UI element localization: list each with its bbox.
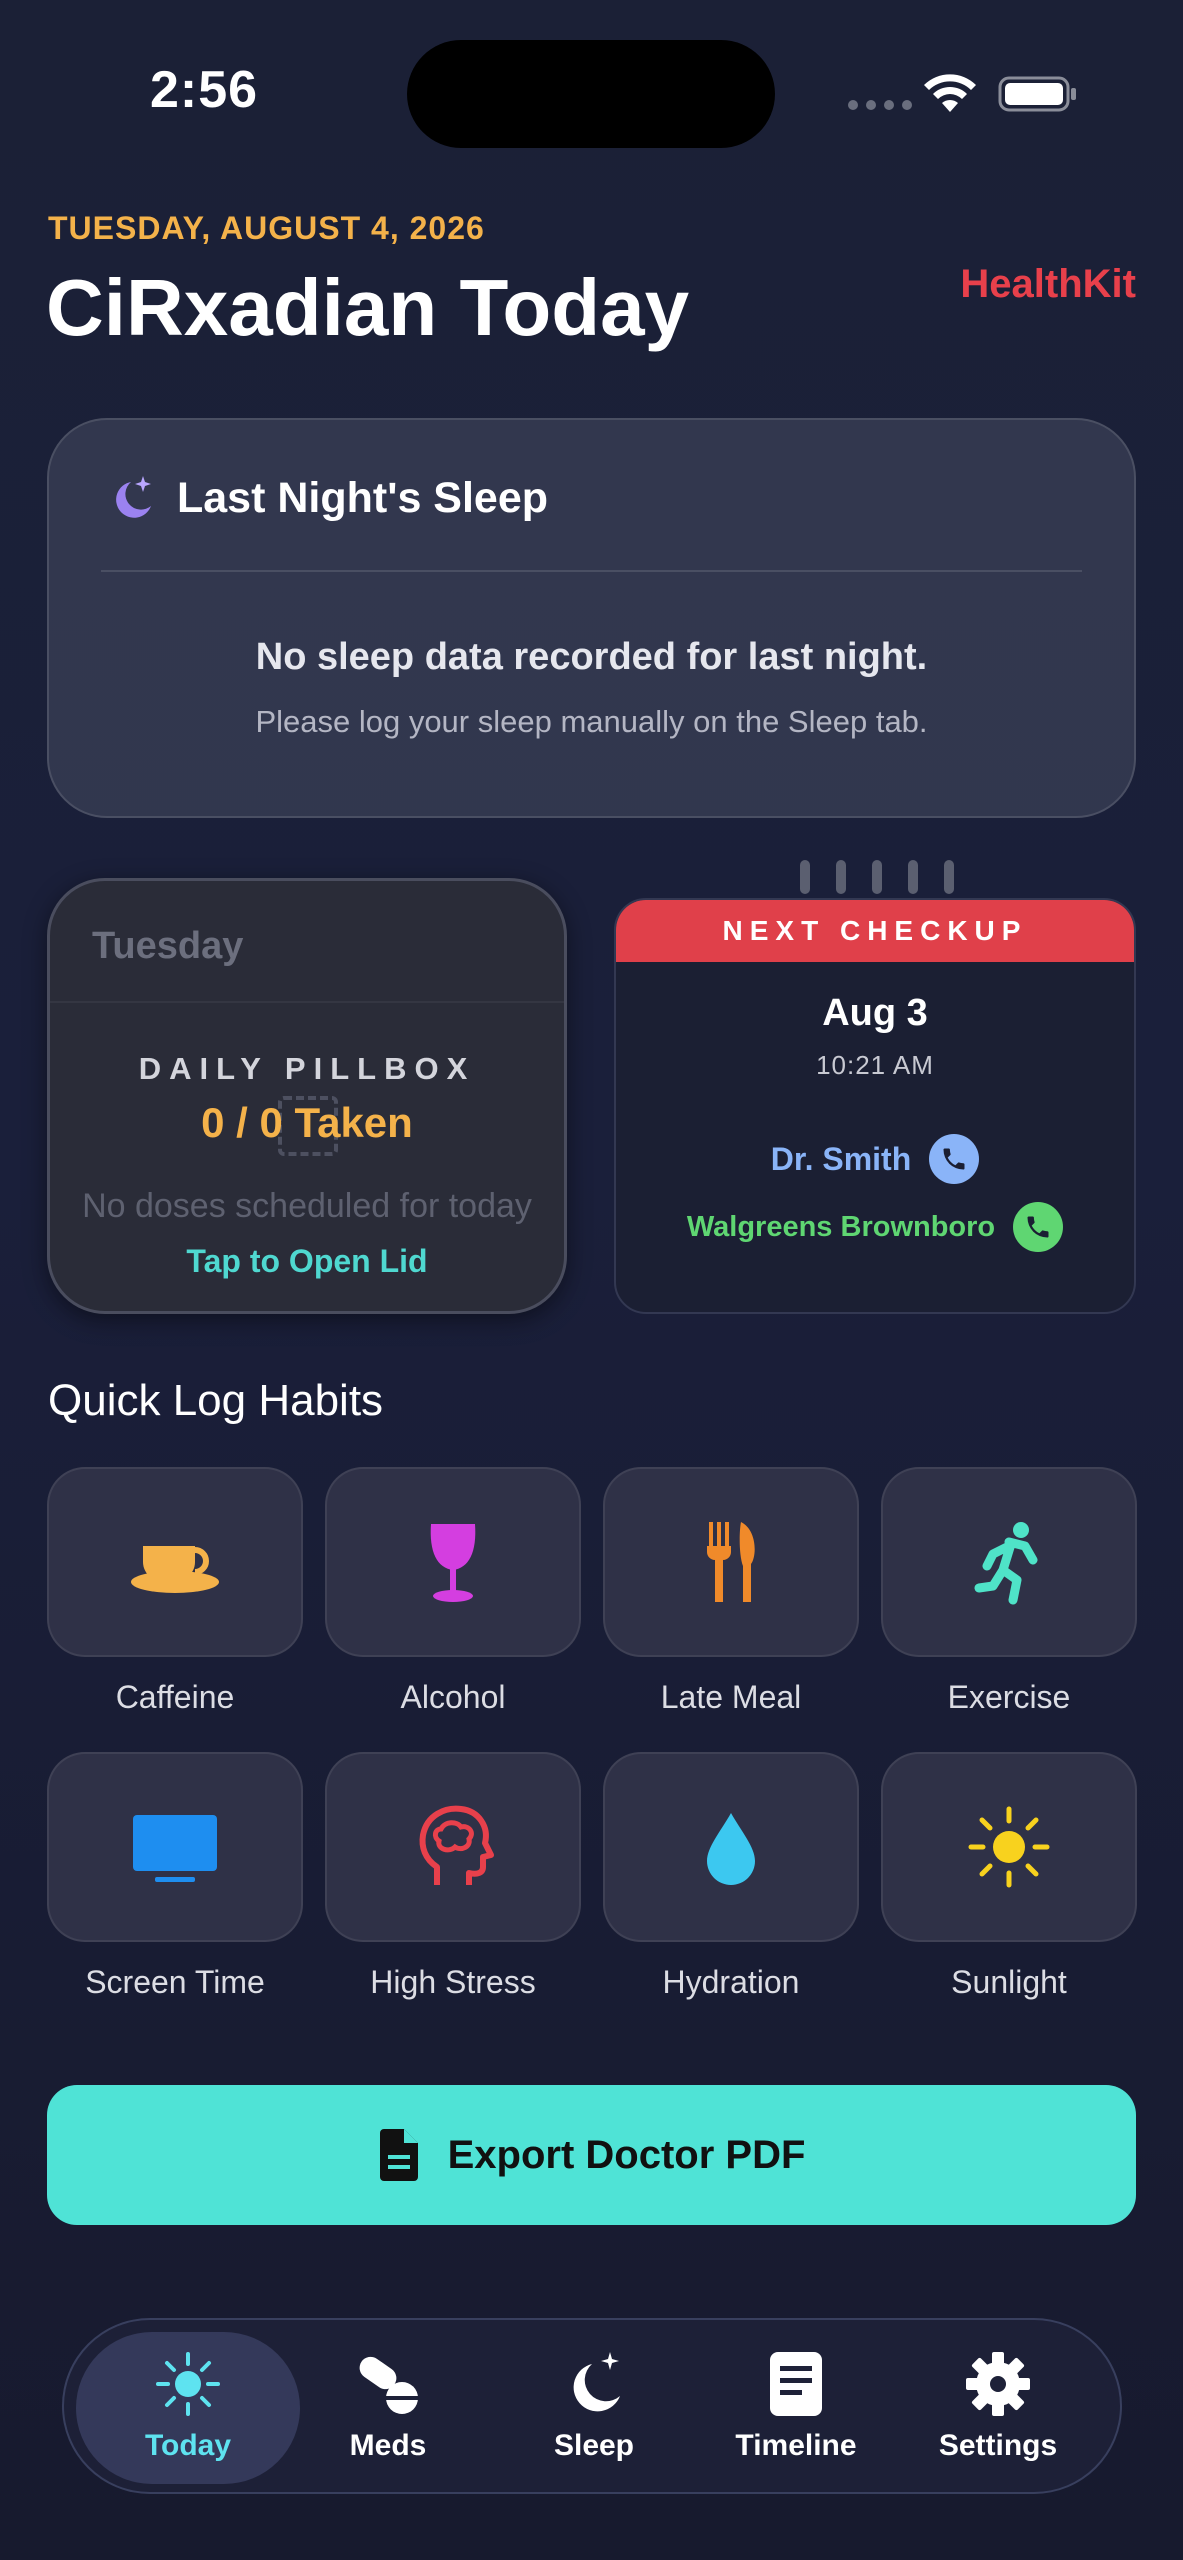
battery-icon: [998, 76, 1076, 112]
divider: [101, 570, 1082, 572]
export-label: Export Doctor PDF: [447, 2132, 806, 2177]
wine-glass-icon: [430, 1524, 476, 1602]
water-drop-icon: [707, 1813, 755, 1885]
pharmacy-contact: Walgreens Brownboro: [616, 1202, 1134, 1252]
checkup-banner: NEXT CHECKUP: [616, 900, 1134, 962]
tab-label: Timeline: [735, 2429, 857, 2462]
habit-tile[interactable]: [881, 1752, 1137, 1942]
habit-label: Caffeine: [115, 1679, 235, 1715]
coffee-cup-icon: [131, 1546, 219, 1593]
brain-head-icon: [419, 1805, 494, 1885]
tab-label: Sleep: [553, 2429, 635, 2462]
status-bar: 2:56: [0, 0, 1183, 190]
tab-label: Meds: [349, 2429, 427, 2462]
sleep-hint: Please log your sleep manually on the Sl…: [255, 704, 928, 739]
document-icon: [379, 2129, 418, 2181]
last-night-sleep-card[interactable]: Last Night's Sleep No sleep data recorde…: [47, 418, 1136, 818]
status-time: 2:56: [150, 61, 259, 119]
doctor-name: Dr. Smith: [770, 1140, 912, 1177]
habit-label: Screen Time: [85, 1964, 265, 2000]
habit-exercise[interactable]: Exercise: [881, 1467, 1137, 1716]
next-checkup-card[interactable]: NEXT CHECKUP Aug 3 10:21 AM Dr. Smith Wa…: [614, 898, 1136, 1314]
sun-icon: [156, 2352, 220, 2416]
tab-bar: Today Meds Sleep Timeline Settings: [62, 2318, 1122, 2494]
wifi-icon: [924, 74, 976, 112]
export-doctor-pdf-button[interactable]: Export Doctor PDF: [47, 2085, 1136, 2225]
gear-icon: [966, 2352, 1030, 2416]
monitor-icon: [133, 1815, 217, 1882]
habit-high-stress[interactable]: High Stress: [325, 1752, 581, 2001]
moon-stars-icon: [573, 2352, 620, 2412]
document-icon: [770, 2352, 822, 2416]
phone-icon: [1027, 1216, 1049, 1238]
quick-log-title: Quick Log Habits: [48, 1376, 384, 1425]
habit-caffeine[interactable]: Caffeine: [47, 1467, 303, 1716]
habit-tile[interactable]: [47, 1752, 303, 1942]
habit-hydration[interactable]: Hydration: [603, 1752, 859, 2001]
sun-icon: [968, 1806, 1050, 1888]
habit-tile[interactable]: [603, 1752, 859, 1942]
healthkit-button[interactable]: HealthKit: [960, 262, 1136, 307]
tab-timeline[interactable]: Timeline: [684, 2332, 908, 2484]
habit-label: Hydration: [662, 1964, 800, 2000]
pillbox-empty-message: No doses scheduled for today: [82, 1187, 532, 1225]
pillbox-taken-count: 0 / 0 Taken: [201, 1099, 413, 1146]
checkup-date: Aug 3: [822, 992, 928, 1034]
habit-tile[interactable]: [881, 1467, 1137, 1657]
habit-label: High Stress: [370, 1964, 536, 2000]
habit-tile[interactable]: [603, 1467, 859, 1657]
pillbox-label: DAILY PILLBOX: [138, 1051, 476, 1086]
moon-stars-icon: [116, 476, 151, 518]
cellular-signal-icon: [848, 100, 912, 110]
habit-label: Late Meal: [660, 1679, 802, 1715]
sleep-card-title: Last Night's Sleep: [177, 473, 549, 522]
tab-meds[interactable]: Meds: [276, 2332, 500, 2484]
tab-sleep[interactable]: Sleep: [482, 2332, 706, 2484]
date-label: TUESDAY, AUGUST 4, 2026: [48, 210, 485, 246]
tab-label: Settings: [938, 2429, 1058, 2462]
habit-tile[interactable]: [325, 1752, 581, 1942]
doctor-contact: Dr. Smith: [616, 1134, 1134, 1184]
call-doctor-button[interactable]: [929, 1134, 980, 1184]
pillbox-day: Tuesday: [92, 925, 244, 967]
sleep-empty-message: No sleep data recorded for last night.: [255, 636, 928, 678]
pharmacy-name: Walgreens Brownboro: [686, 1210, 996, 1243]
habit-tile[interactable]: [325, 1467, 581, 1657]
calendar-rings: [800, 860, 954, 894]
tab-label: Today: [144, 2429, 232, 2462]
running-figure-icon: [974, 1522, 1038, 1605]
dynamic-island: [407, 40, 775, 148]
call-pharmacy-button[interactable]: [1013, 1202, 1064, 1252]
tab-today[interactable]: Today: [76, 2332, 300, 2484]
checkup-time: 10:21 AM: [816, 1050, 934, 1080]
habit-late-meal[interactable]: Late Meal: [603, 1467, 859, 1716]
pill-icon: [359, 2356, 418, 2414]
habit-alcohol[interactable]: Alcohol: [325, 1467, 581, 1716]
phone-icon: [943, 1148, 965, 1170]
habit-tile[interactable]: [47, 1467, 303, 1657]
daily-pillbox-card[interactable]: Tuesday DAILY PILLBOX 0 / 0 Taken No dos…: [47, 878, 567, 1314]
habit-label: Sunlight: [951, 1964, 1067, 2000]
habit-label: Alcohol: [400, 1679, 506, 1715]
page-title: CiRxadian Today: [46, 263, 690, 352]
tab-settings[interactable]: Settings: [886, 2332, 1110, 2484]
open-lid-button[interactable]: Tap to Open Lid: [50, 1243, 564, 1280]
sleep-card-header: Last Night's Sleep: [105, 472, 548, 524]
fork-knife-icon: [707, 1522, 755, 1602]
habit-label: Exercise: [947, 1679, 1071, 1715]
habit-sunlight[interactable]: Sunlight: [881, 1752, 1137, 2001]
divider: [50, 1001, 564, 1003]
habit-screen-time[interactable]: Screen Time: [47, 1752, 303, 2001]
